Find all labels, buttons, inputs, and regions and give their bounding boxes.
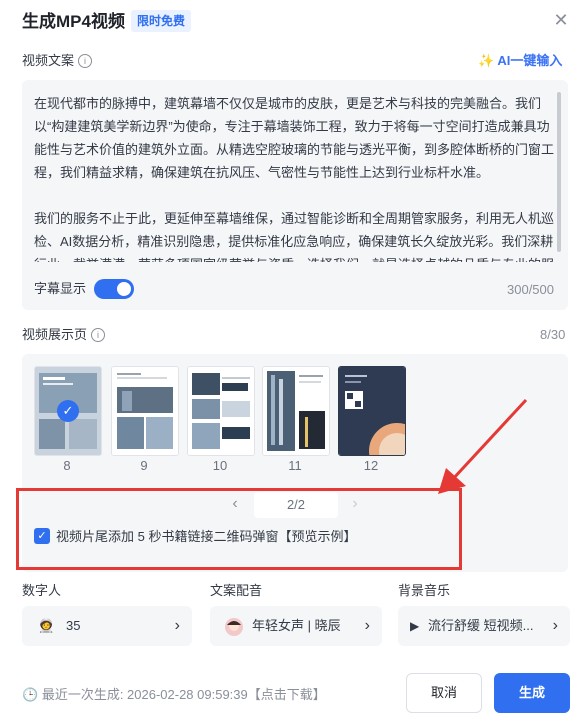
pages-section-label: 视频展示页 i [22, 326, 106, 344]
selected-check-icon: ✓ [57, 400, 79, 422]
free-badge: 限时免费 [131, 10, 192, 32]
page-thumbnail[interactable] [338, 366, 406, 456]
info-icon[interactable]: i [91, 328, 106, 342]
thumbnail-number: 10 [212, 458, 228, 473]
digital-human-label: 数字人 [22, 583, 62, 598]
thumbnail-number: 9 [140, 458, 148, 473]
avatar-icon [224, 606, 244, 646]
close-icon[interactable]: ✕ [551, 10, 571, 30]
copy-label-text: 视频文案 [22, 53, 75, 68]
cancel-button[interactable]: 取消 [406, 673, 482, 713]
pages-counter: 8/30 [540, 327, 566, 342]
copy-paragraph: 在现代都市的脉搏中，建筑幕墙不仅仅是城市的皮肤，更是艺术与科技的完美融合。我们以… [34, 96, 555, 180]
thumbnail-image [112, 367, 178, 455]
voice-value: 年轻女声 | 晓辰 [252, 618, 341, 633]
generate-button[interactable]: 生成 [494, 673, 570, 713]
voice-label: 文案配音 [210, 583, 263, 598]
voice-select[interactable]: 年轻女声 | 晓辰 › [210, 606, 382, 646]
dialog-title: 生成MP4视频 [22, 12, 125, 31]
subtitle-toggle[interactable] [94, 279, 134, 299]
music-label: 背景音乐 [398, 583, 451, 598]
chevron-right-icon: › [174, 617, 180, 634]
annotation-arrow [438, 398, 528, 494]
thumbnail-image [188, 367, 254, 455]
last-generated-info[interactable]: 🕒 最近一次生成: 2026-02-28 09:59:39【点击下载】 [22, 686, 326, 704]
subtitle-label: 字幕显示 [34, 281, 87, 296]
page-thumbnail[interactable] [187, 366, 255, 456]
toggle-knob [117, 282, 131, 296]
char-counter: 300/500 [507, 282, 554, 297]
ai-input-button[interactable]: ✨ AI一键输入 [478, 52, 562, 70]
digital-human-value: 35 [66, 618, 81, 633]
magic-wand-icon: ✨ [478, 53, 495, 68]
page-thumbnail[interactable] [111, 366, 179, 456]
thumbnail-number: 12 [363, 458, 379, 473]
chevron-right-icon: › [552, 617, 558, 634]
digital-human-select[interactable]: 🧑‍🚀 35 › [22, 606, 192, 646]
page-thumbnail[interactable] [262, 366, 330, 456]
copy-section-label: 视频文案 i [22, 52, 93, 70]
music-value: 流行舒缓 短视频... [428, 618, 534, 633]
thumbnail-image [263, 367, 329, 455]
copy-paragraph: 我们的服务不止于此，更延伸至幕墙维保，通过智能诊断和全周期管家服务，利用无人机巡… [34, 211, 555, 262]
music-select[interactable]: ▶ 流行舒缓 短视频... › [398, 606, 570, 646]
pages-label-text: 视频展示页 [22, 327, 88, 342]
history-icon: 🕒 [22, 687, 39, 702]
ai-input-label: AI一键输入 [497, 53, 563, 68]
textarea-scrollbar[interactable] [557, 92, 561, 252]
thumbnail-number: 8 [63, 458, 71, 473]
thumbnail-image [339, 367, 405, 455]
copy-text[interactable]: 在现代都市的脉搏中，建筑幕墙不仅仅是城市的皮肤，更是艺术与科技的完美融合。我们以… [34, 92, 556, 262]
info-icon[interactable]: i [78, 54, 93, 68]
chevron-right-icon: › [364, 617, 370, 634]
astronaut-icon: 🧑‍🚀 [38, 618, 55, 633]
page-thumbnail[interactable]: ✓ [34, 366, 102, 456]
last-generated-text: 最近一次生成: 2026-02-28 09:59:39【点击下载】 [41, 687, 326, 702]
thumbnail-number: 11 [288, 458, 302, 473]
play-icon: ▶ [410, 619, 420, 633]
highlight-box [16, 488, 462, 570]
